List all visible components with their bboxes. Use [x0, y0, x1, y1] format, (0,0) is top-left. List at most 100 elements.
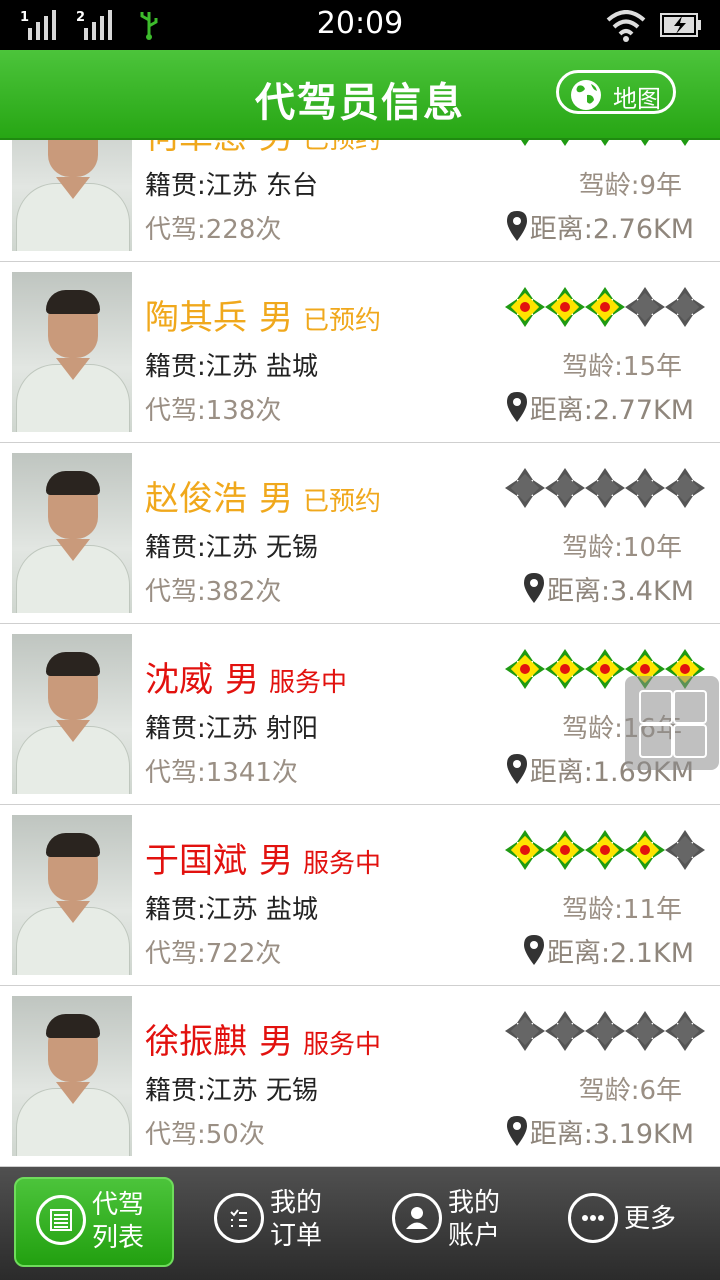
- account-icon: [392, 1193, 442, 1243]
- driver-origin: 籍贯:江苏 无锡: [145, 533, 319, 563]
- star-empty-icon: [664, 1010, 706, 1052]
- driver-gender: 男: [259, 841, 293, 881]
- star-empty-icon: [624, 467, 666, 509]
- battery-charging-icon: [660, 13, 701, 37]
- driver-count: 代驾:382次: [145, 577, 282, 607]
- star-filled-icon: [504, 648, 546, 690]
- star-empty-icon: [544, 467, 586, 509]
- distance-value: 距离:3.4KM: [546, 576, 694, 607]
- driver-photo: [12, 272, 132, 432]
- driver-photo: [12, 634, 132, 794]
- list-icon: [36, 1195, 86, 1245]
- driver-photo: [12, 815, 132, 975]
- driver-name-line: 徐振麒男服务中: [145, 1014, 381, 1063]
- nav-more[interactable]: 更多: [548, 1177, 708, 1267]
- driver-age: 驾龄:15年: [562, 352, 682, 382]
- driver-row[interactable]: 赵俊浩男已预约籍贯:江苏 无锡 驾龄:10年代驾:382次 距离:3.4KM: [0, 443, 720, 624]
- driver-name: 徐振麒: [145, 1022, 247, 1062]
- driver-row[interactable]: 徐振麒男服务中 籍贯:江苏 无锡 驾龄:6年 代驾:50次 距离:3.19KM: [0, 986, 720, 1167]
- star-filled-icon: [584, 648, 626, 690]
- map-button[interactable]: 地图: [556, 70, 676, 114]
- wifi-icon: [606, 10, 646, 42]
- driver-name-line: 沈威男服务中: [145, 652, 347, 701]
- star-filled-icon: [544, 286, 586, 328]
- rating-stars: [504, 1010, 706, 1052]
- driver-distance: 距离:2.76KM: [506, 207, 694, 246]
- driver-age: 驾龄:6年: [578, 1076, 682, 1106]
- nav-label-line2: 列表: [92, 1223, 145, 1253]
- driver-origin: 籍贯:江苏 盐城: [145, 895, 319, 925]
- driver-count: 代驾:722次: [145, 939, 282, 969]
- nav-label-line1: 更多: [624, 1204, 677, 1234]
- star-empty-icon: [504, 1010, 546, 1052]
- driver-name: 赵俊浩: [145, 479, 247, 519]
- star-filled-icon: [584, 829, 626, 871]
- driver-photo: [12, 996, 132, 1156]
- star-filled-icon: [504, 829, 546, 871]
- location-pin-icon: [523, 935, 544, 965]
- rating-stars: [504, 829, 706, 871]
- driver-name-line: 陶其兵男已预约: [145, 290, 381, 339]
- status-bar: 1 2 20:09: [0, 0, 720, 50]
- driver-origin: 籍贯:江苏 东台: [145, 171, 319, 201]
- driver-status: 服务中: [303, 849, 382, 879]
- rating-stars: [504, 286, 705, 328]
- more-icon: [568, 1193, 618, 1243]
- location-pin-icon: [506, 1116, 527, 1146]
- distance-value: 距离:2.1KM: [546, 938, 694, 969]
- driver-distance: 距离:3.4KM: [523, 569, 694, 608]
- star-filled-icon: [584, 286, 626, 328]
- order-icon: [214, 1193, 264, 1243]
- star-filled-icon: [504, 286, 546, 328]
- nav-label-line1: 我的: [270, 1188, 323, 1218]
- star-empty-icon: [624, 1010, 666, 1052]
- driver-distance: 距离:2.77KM: [506, 388, 694, 427]
- star-empty-icon: [664, 829, 706, 871]
- star-filled-icon: [544, 829, 586, 871]
- driver-status: 已预约: [303, 487, 382, 517]
- star-empty-icon: [584, 467, 626, 509]
- star-empty-icon: [584, 1010, 626, 1052]
- floating-shortcut-button[interactable]: [625, 676, 719, 770]
- driver-name-line: 赵俊浩男已预约: [145, 471, 381, 520]
- driver-status: 服务中: [269, 668, 348, 698]
- driver-row[interactable]: 沈威男服务中 籍贯:江苏 射阳 驾龄:16年 代驾:1341次 距离:1.69KM: [0, 624, 720, 805]
- driver-row[interactable]: 于国斌男服务中籍贯:江苏 盐城 驾龄:11年代驾:722次 距离:2.1KM: [0, 805, 720, 986]
- driver-status: 服务中: [303, 1030, 382, 1060]
- driver-gender: 男: [259, 1022, 293, 1062]
- nav-my-orders[interactable]: 我的 订单: [194, 1177, 354, 1267]
- driver-origin: 籍贯:江苏 射阳: [145, 714, 319, 744]
- nav-label-line1: 我的: [448, 1188, 501, 1218]
- globe-icon: [571, 80, 601, 110]
- driver-age: 驾龄:10年: [562, 533, 682, 563]
- star-empty-icon: [544, 1010, 586, 1052]
- driver-gender: 男: [259, 298, 293, 338]
- driver-status: 已预约: [303, 306, 382, 336]
- star-filled-icon: [544, 648, 586, 690]
- driver-list[interactable]: 何卓惠男已预约籍贯:江苏 东台驾龄:9年代驾:228次距离:2.76KM 陶其兵…: [0, 81, 720, 1167]
- distance-value: 距离:3.19KM: [529, 1119, 694, 1150]
- distance-value: 距离:2.76KM: [529, 214, 694, 245]
- driver-distance: 距离:2.1KM: [523, 931, 694, 970]
- nav-driver-list[interactable]: 代驾 列表: [14, 1177, 174, 1267]
- driver-row[interactable]: 陶其兵男已预约 籍贯:江苏 盐城 驾龄:15年 代驾:138次 距离:2.77KM: [0, 262, 720, 443]
- driver-gender: 男: [225, 660, 259, 700]
- nav-label-line1: 代驾: [92, 1190, 145, 1220]
- driver-origin: 籍贯:江苏 盐城: [145, 352, 319, 382]
- location-pin-icon: [523, 573, 544, 603]
- driver-photo: [12, 453, 132, 613]
- location-pin-icon: [506, 754, 527, 784]
- bottom-nav: 代驾 列表 我的 订单 我的 账户 更多: [0, 1167, 720, 1280]
- driver-count: 代驾:50次: [145, 1120, 265, 1150]
- nav-my-account[interactable]: 我的 账户: [372, 1177, 532, 1267]
- star-empty-icon: [624, 286, 666, 328]
- driver-gender: 男: [259, 479, 293, 519]
- driver-age: 驾龄:9年: [578, 171, 682, 201]
- driver-distance: 距离:3.19KM: [506, 1112, 694, 1151]
- nav-label-line2: 订单: [270, 1221, 323, 1251]
- driver-count: 代驾:228次: [145, 215, 282, 245]
- driver-age: 驾龄:11年: [562, 895, 682, 925]
- distance-value: 距离:2.77KM: [529, 395, 694, 426]
- title-bar: 代驾员信息 地图: [0, 50, 720, 140]
- driver-name: 于国斌: [145, 841, 247, 881]
